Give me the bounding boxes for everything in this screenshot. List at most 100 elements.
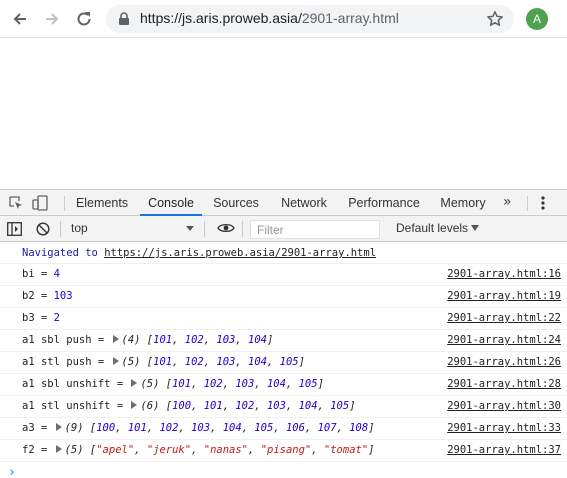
console-prompt[interactable]: › bbox=[0, 462, 567, 478]
source-link[interactable]: 2901-array.html:19 bbox=[447, 286, 561, 307]
log-label: a1 sbl unshift = bbox=[22, 378, 130, 390]
devtools-tab-bar: Elements Console Sources Network Perform… bbox=[0, 189, 567, 216]
source-link[interactable]: 2901-array.html:28 bbox=[447, 374, 561, 395]
source-link[interactable]: 2901-array.html:24 bbox=[447, 330, 561, 351]
device-toolbar-icon[interactable] bbox=[32, 195, 50, 211]
array-item: "tomat" bbox=[323, 444, 369, 456]
console-log-row: bi = 4 2901-array.html:16 bbox=[0, 264, 567, 286]
array-preview[interactable]: (5) ["apel", "jeruk", "nanas", "pisang",… bbox=[65, 444, 375, 456]
array-preview[interactable]: (9) [100, 101, 102, 103, 104, 105, 106, … bbox=[65, 422, 375, 434]
log-label: a1 stl push = bbox=[22, 356, 111, 368]
context-selector[interactable]: top bbox=[71, 221, 88, 235]
tab-memory[interactable]: Memory bbox=[434, 190, 492, 216]
array-item: 107 bbox=[317, 422, 337, 434]
expand-triangle-icon[interactable] bbox=[131, 379, 138, 387]
array-item: 102 bbox=[203, 378, 223, 390]
divider bbox=[242, 221, 243, 237]
arrow-right-icon bbox=[46, 13, 59, 25]
array-item: "nanas" bbox=[203, 444, 249, 456]
back-button[interactable] bbox=[8, 7, 32, 31]
divider bbox=[527, 196, 528, 211]
live-expression-eye-icon[interactable] bbox=[217, 222, 235, 234]
array-length: (4) bbox=[121, 334, 141, 346]
log-value: 2 bbox=[53, 312, 60, 324]
navigated-prefix: Navigated to bbox=[22, 247, 98, 259]
tab-sources[interactable]: Sources bbox=[208, 190, 264, 216]
array-item: 101 bbox=[203, 400, 223, 412]
array-length: (9) bbox=[64, 422, 84, 434]
expand-triangle-icon[interactable] bbox=[112, 357, 119, 365]
source-link[interactable]: 2901-array.html:16 bbox=[447, 264, 561, 285]
log-label: bi = bbox=[22, 268, 54, 280]
console-output: Navigated to https://js.aris.proweb.asia… bbox=[0, 242, 567, 478]
inspect-element-icon[interactable] bbox=[8, 195, 24, 211]
array-preview[interactable]: (4) [101, 102, 103, 104] bbox=[122, 334, 274, 346]
tab-performance[interactable]: Performance bbox=[344, 190, 424, 216]
expand-triangle-icon[interactable] bbox=[55, 445, 62, 453]
expand-triangle-icon[interactable] bbox=[55, 423, 62, 431]
array-preview[interactable]: (6) [100, 101, 102, 103, 104, 105] bbox=[140, 400, 355, 412]
array-item: 104 bbox=[248, 334, 267, 346]
array-item: 103 bbox=[191, 422, 211, 434]
sidebar-toggle-icon[interactable] bbox=[7, 222, 22, 236]
log-label: b2 = bbox=[22, 290, 54, 302]
tab-network[interactable]: Network bbox=[274, 190, 334, 216]
array-length: (6) bbox=[140, 400, 160, 412]
reload-icon bbox=[77, 12, 91, 26]
console-log-row: b3 = 2 2901-array.html:22 bbox=[0, 308, 567, 330]
divider bbox=[64, 196, 65, 211]
tab-console[interactable]: Console bbox=[140, 190, 202, 216]
log-levels-dropdown[interactable]: Default levels bbox=[396, 221, 468, 235]
array-preview[interactable]: (5) [101, 102, 103, 104, 105] bbox=[140, 378, 323, 390]
forward-button[interactable] bbox=[40, 7, 64, 31]
array-item: "apel" bbox=[96, 444, 135, 456]
source-link[interactable]: 2901-array.html:37 bbox=[447, 440, 561, 461]
array-item: 104 bbox=[266, 378, 286, 390]
navigated-url-link[interactable]: https://js.aris.proweb.asia/2901-array.h… bbox=[104, 247, 376, 259]
address-bar[interactable]: https://js.aris.proweb.asia/2901-array.h… bbox=[106, 5, 514, 33]
array-preview[interactable]: (5) [101, 102, 103, 104, 105] bbox=[122, 356, 305, 368]
reload-button[interactable] bbox=[72, 7, 96, 31]
log-value: 4 bbox=[53, 268, 60, 280]
array-item: 101 bbox=[172, 378, 192, 390]
divider bbox=[60, 221, 61, 237]
array-item: 104 bbox=[248, 356, 267, 368]
divider bbox=[204, 221, 205, 237]
log-label: a3 = bbox=[22, 422, 54, 434]
array-item: 105 bbox=[254, 422, 274, 434]
lock-icon bbox=[119, 12, 129, 25]
source-link[interactable]: 2901-array.html:26 bbox=[447, 352, 561, 373]
source-link[interactable]: 2901-array.html:22 bbox=[447, 308, 561, 329]
more-options-icon[interactable] bbox=[541, 196, 545, 210]
array-item: 102 bbox=[235, 400, 255, 412]
array-item: 101 bbox=[153, 356, 173, 368]
caret-down-icon[interactable] bbox=[471, 225, 479, 231]
array-item: 104 bbox=[222, 422, 242, 434]
expand-triangle-icon[interactable] bbox=[131, 401, 138, 409]
console-toolbar: top Default levels bbox=[0, 216, 567, 242]
source-link[interactable]: 2901-array.html:30 bbox=[447, 396, 561, 417]
bookmark-star-icon[interactable] bbox=[486, 10, 504, 28]
log-rows: bi = 4 2901-array.html:16 b2 = 103 2901-arr… bbox=[0, 264, 567, 462]
url-host: https://js.aris.proweb.asia/ bbox=[140, 10, 302, 26]
array-item: 102 bbox=[159, 422, 179, 434]
array-item: 101 bbox=[127, 422, 147, 434]
tab-elements[interactable]: Elements bbox=[70, 190, 134, 216]
more-tabs-button[interactable]: » bbox=[503, 190, 512, 216]
array-length: (5) bbox=[64, 444, 84, 456]
caret-down-icon[interactable] bbox=[186, 226, 194, 231]
array-item: "pisang" bbox=[260, 444, 312, 456]
profile-avatar[interactable]: A bbox=[526, 8, 548, 30]
log-label: b3 = bbox=[22, 312, 54, 324]
log-label: a1 sbl push = bbox=[22, 334, 111, 346]
expand-triangle-icon[interactable] bbox=[112, 335, 119, 343]
array-length: (5) bbox=[140, 378, 160, 390]
source-link[interactable]: 2901-array.html:33 bbox=[447, 418, 561, 439]
filter-input[interactable] bbox=[250, 220, 380, 239]
clear-console-icon[interactable] bbox=[36, 222, 50, 236]
arrow-left-icon bbox=[13, 13, 26, 25]
array-item: 106 bbox=[285, 422, 305, 434]
url-text: https://js.aris.proweb.asia/2901-array.h… bbox=[140, 10, 399, 26]
array-item: 108 bbox=[349, 422, 369, 434]
log-value: 103 bbox=[53, 290, 73, 302]
